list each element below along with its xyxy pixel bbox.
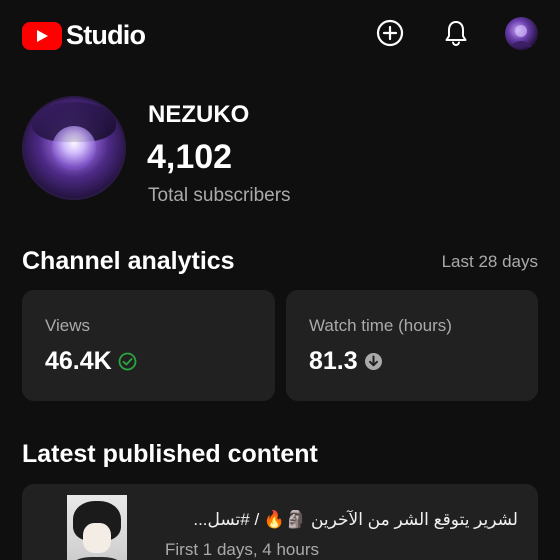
channel-name: NEZUKO xyxy=(148,101,250,128)
views-card[interactable]: Views 46.4K xyxy=(22,290,275,401)
views-value-row: 46.4K xyxy=(45,347,137,376)
analytics-period[interactable]: Last 28 days xyxy=(442,252,538,272)
watch-time-value-row: 81.3 xyxy=(309,347,383,376)
latest-content-card[interactable]: لشرير يتوقع الشر من الآخرين 🗿🔥 / #تسل...… xyxy=(22,484,538,560)
watch-time-label: Watch time (hours) xyxy=(309,316,452,335)
video-title: لشرير يتوقع الشر من الآخرين 🗿🔥 / #تسل... xyxy=(193,510,518,529)
views-label: Views xyxy=(45,316,91,335)
views-value: 46.4K xyxy=(45,347,112,375)
brand-name: Studio xyxy=(66,20,146,50)
studio-dashboard: Studio NEZUKO 4,102 Total subscribers Ch… xyxy=(0,0,560,560)
arrow-down-circle-icon xyxy=(364,352,383,371)
channel-avatar[interactable] xyxy=(22,96,126,200)
analytics-section-title: Channel analytics xyxy=(22,247,235,275)
youtube-studio-logo[interactable]: Studio xyxy=(22,20,146,51)
watch-time-card[interactable]: Watch time (hours) 81.3 xyxy=(286,290,538,401)
notifications-bell-icon[interactable] xyxy=(441,18,471,48)
latest-content-title: Latest published content xyxy=(22,440,318,468)
video-meta: First 1 days, 4 hours xyxy=(165,540,320,559)
subscriber-label: Total subscribers xyxy=(148,185,291,206)
create-icon[interactable] xyxy=(375,18,405,48)
watch-time-value: 81.3 xyxy=(309,347,358,375)
subscriber-count: 4,102 xyxy=(147,138,233,176)
thumbnail-art-face xyxy=(83,523,111,553)
account-avatar[interactable] xyxy=(505,17,538,50)
video-thumbnail[interactable] xyxy=(67,495,127,560)
avatar-art-face xyxy=(52,126,96,170)
top-app-bar: Studio xyxy=(0,0,560,68)
check-circle-icon xyxy=(118,352,137,371)
youtube-play-icon xyxy=(22,21,62,50)
